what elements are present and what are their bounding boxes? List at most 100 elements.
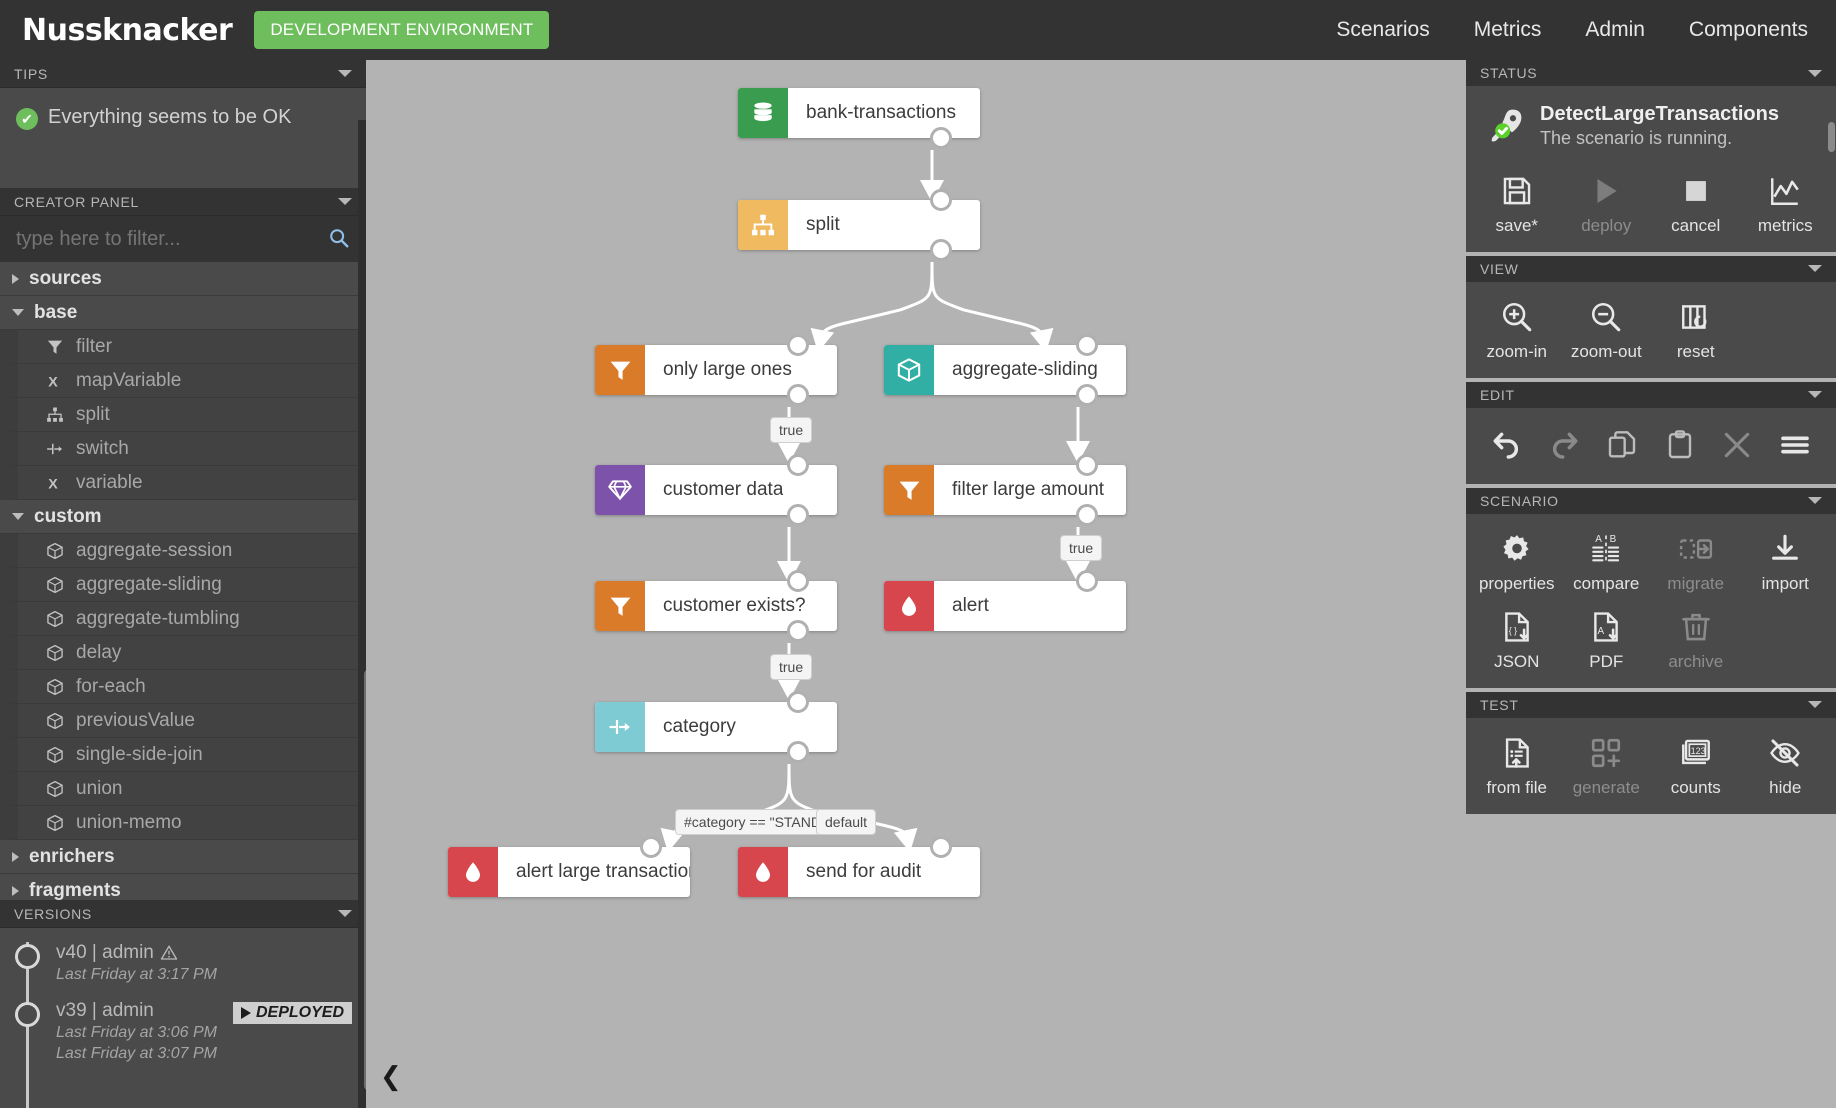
chevron-down-icon [12, 309, 24, 316]
nav-item-metrics[interactable]: Metrics [1452, 18, 1564, 42]
chevron-down-icon[interactable] [338, 70, 352, 77]
node-output-port[interactable] [930, 127, 952, 149]
tree-item-filter[interactable]: filter [0, 330, 366, 364]
generate-button[interactable]: generate [1562, 726, 1652, 804]
tips-panel-header[interactable]: TIPS [0, 60, 366, 88]
counts-button[interactable]: 123 counts [1651, 726, 1741, 804]
scenario-canvas[interactable]: bank-transactions split only large ones agg… [370, 60, 1466, 1108]
versions-panel-header[interactable]: VERSIONS [0, 900, 366, 928]
tree-item-mapVariable[interactable]: XmapVariable [0, 364, 366, 398]
nav-item-admin[interactable]: Admin [1563, 18, 1667, 42]
chevron-down-icon[interactable] [338, 198, 352, 205]
paste-button[interactable] [1657, 426, 1703, 464]
node-output-port[interactable] [787, 504, 809, 526]
chevron-down-icon[interactable] [1808, 497, 1822, 504]
undo-button[interactable] [1484, 426, 1530, 464]
properties-button[interactable]: properties [1472, 522, 1562, 600]
node-output-port[interactable] [1076, 504, 1098, 526]
node-output-port[interactable] [1076, 384, 1098, 406]
nav-item-scenarios[interactable]: Scenarios [1314, 18, 1451, 42]
node-output-port[interactable] [787, 741, 809, 763]
status-panel-header[interactable]: STATUS [1466, 60, 1836, 86]
tree-group-custom[interactable]: custom [0, 500, 366, 534]
app-logo[interactable]: Nussknacker [22, 13, 233, 48]
json-label: JSON [1494, 651, 1540, 671]
version-item[interactable]: v40 | admin Last Friday at 3:17 PM [0, 942, 366, 986]
tree-item-previousValue[interactable]: previousValue [0, 704, 366, 738]
compare-button[interactable]: A B compare [1562, 522, 1652, 600]
version-label: v40 | admin [56, 942, 154, 963]
node-input-port[interactable] [787, 691, 809, 713]
node-input-port[interactable] [787, 570, 809, 592]
test-panel-header[interactable]: TEST [1466, 691, 1836, 718]
tree-item-aggregate-sliding[interactable]: aggregate-sliding [0, 568, 366, 602]
creator-panel-header[interactable]: CREATOR PANEL [0, 188, 366, 216]
archive-button[interactable]: archive [1651, 600, 1741, 678]
tree-item-variable[interactable]: Xvariable [0, 466, 366, 500]
svg-text:A: A [1595, 533, 1602, 544]
chevron-down-icon[interactable] [338, 910, 352, 917]
sidebar-scrollbar-thumb[interactable] [364, 670, 366, 1090]
edge-label[interactable]: default [816, 809, 877, 835]
node-input-port[interactable] [1076, 570, 1098, 592]
tree-item-split[interactable]: split [0, 398, 366, 432]
scenario-panel: SCENARIO properties A B compare migrate … [1466, 487, 1836, 688]
scenario-panel-header[interactable]: SCENARIO [1466, 487, 1836, 514]
copy-button[interactable] [1599, 426, 1645, 464]
node-input-port[interactable] [787, 454, 809, 476]
hide-button[interactable]: hide [1741, 726, 1831, 804]
tree-item-delay[interactable]: delay [0, 636, 366, 670]
tree-item-label: previousValue [76, 709, 196, 731]
redo-button[interactable] [1541, 426, 1587, 464]
tree-group-sources[interactable]: sources [0, 262, 366, 296]
tree-item-for-each[interactable]: for-each [0, 670, 366, 704]
chevron-down-icon[interactable] [1808, 701, 1822, 708]
tree-item-switch[interactable]: switch [0, 432, 366, 466]
right-toolbar-scrollbar-thumb[interactable] [1828, 122, 1835, 152]
tree-item-union-memo[interactable]: union-memo [0, 806, 366, 840]
node-input-port[interactable] [930, 189, 952, 211]
chevron-down-icon[interactable] [1808, 391, 1822, 398]
view-panel-header[interactable]: VIEW [1466, 255, 1836, 282]
node-input-port[interactable] [1076, 334, 1098, 356]
status-panel-title: STATUS [1480, 65, 1538, 81]
chevron-down-icon[interactable] [1808, 265, 1822, 272]
node-input-port[interactable] [787, 334, 809, 356]
node-input-port[interactable] [640, 836, 662, 858]
tree-group-base[interactable]: base [0, 296, 366, 330]
tree-item-single-side-join[interactable]: single-side-join [0, 738, 366, 772]
edge-label[interactable]: true [1060, 535, 1103, 561]
migrate-button[interactable]: migrate [1651, 522, 1741, 600]
nav-item-components[interactable]: Components [1667, 18, 1836, 42]
layout-button[interactable] [1772, 426, 1818, 464]
save-button[interactable]: save* [1472, 164, 1562, 242]
node-output-port[interactable] [787, 384, 809, 406]
edit-panel-header[interactable]: EDIT [1466, 381, 1836, 408]
delete-button[interactable] [1714, 426, 1760, 464]
node-output-port[interactable] [930, 239, 952, 261]
edge-label[interactable]: true [770, 654, 813, 680]
cube-icon [44, 712, 66, 730]
zoom-in-button[interactable]: zoom-in [1472, 290, 1562, 368]
from-file-button[interactable]: from file [1472, 726, 1562, 804]
search-input[interactable] [0, 216, 366, 262]
cancel-button[interactable]: cancel [1651, 164, 1741, 242]
chevron-down-icon[interactable] [1808, 69, 1822, 77]
reset-layout-button[interactable]: reset [1651, 290, 1741, 368]
edge-label[interactable]: true [770, 417, 813, 443]
import-button[interactable]: import [1741, 522, 1831, 600]
tree-item-aggregate-session[interactable]: aggregate-session [0, 534, 366, 568]
version-item[interactable]: v39 | admin Last Friday at 3:06 PM Last … [0, 1000, 366, 1065]
tree-item-union[interactable]: union [0, 772, 366, 806]
deploy-button[interactable]: deploy [1562, 164, 1652, 242]
node-input-port[interactable] [930, 836, 952, 858]
node-output-port[interactable] [787, 620, 809, 642]
tree-group-enrichers[interactable]: enrichers [0, 840, 366, 874]
tree-item-aggregate-tumbling[interactable]: aggregate-tumbling [0, 602, 366, 636]
json-button[interactable]: { } JSON [1472, 600, 1562, 678]
node-input-port[interactable] [1076, 454, 1098, 476]
zoom-out-button[interactable]: zoom-out [1562, 290, 1652, 368]
metrics-button[interactable]: metrics [1741, 164, 1831, 242]
cube-icon [44, 814, 66, 832]
pdf-button[interactable]: A PDF [1562, 600, 1652, 678]
